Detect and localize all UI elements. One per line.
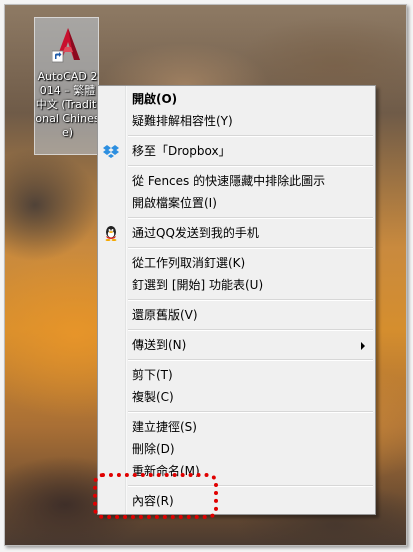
- menu-item[interactable]: 從工作列取消釘選(K): [98, 252, 375, 274]
- menu-item[interactable]: 剪下(T): [98, 364, 375, 386]
- menu-item-label: 刪除(D): [132, 442, 175, 456]
- menu-item-label: 複製(C): [132, 390, 174, 404]
- menu-item[interactable]: 釘選到 [開始] 功能表(U): [98, 274, 375, 296]
- menu-item-label: 開啟(O): [132, 92, 178, 106]
- dropbox-icon: [103, 143, 119, 159]
- screenshot-frame: AutoCAD 2014 – 繁體中文 (Traditional Chinese…: [4, 4, 407, 546]
- menu-separator: [128, 299, 373, 301]
- qq-penguin-icon: [103, 225, 119, 241]
- menu-separator: [128, 329, 373, 331]
- menu-separator: [128, 165, 373, 167]
- menu-item[interactable]: 從 Fences 的快速隱藏中排除此圖示: [98, 170, 375, 192]
- menu-item-label: 開啟檔案位置(I): [132, 196, 217, 210]
- menu-item[interactable]: 建立捷徑(S): [98, 416, 375, 438]
- red-highlight-annotation: [93, 473, 218, 519]
- menu-item-label: 疑難排解相容性(Y): [132, 114, 233, 128]
- desktop-shortcut-label: AutoCAD 2014 – 繁體中文 (Traditional Chinese…: [35, 70, 100, 139]
- menu-item-label: 移至「Dropbox」: [132, 144, 231, 158]
- menu-item-label: 建立捷徑(S): [132, 420, 197, 434]
- menu-item[interactable]: 還原舊版(V): [98, 304, 375, 326]
- menu-separator: [128, 217, 373, 219]
- menu-separator: [128, 359, 373, 361]
- menu-item[interactable]: 複製(C): [98, 386, 375, 408]
- menu-separator: [128, 135, 373, 137]
- menu-item-label: 從 Fences 的快速隱藏中排除此圖示: [132, 174, 326, 188]
- menu-item[interactable]: 傳送到(N): [98, 334, 375, 356]
- context-menu: 開啟(O) 疑難排解相容性(Y) 移至「Dropbox」從 Fences 的快速隱藏…: [97, 85, 376, 515]
- menu-separator: [128, 247, 373, 249]
- menu-item-label: 通过QQ发送到我的手机: [132, 226, 259, 240]
- desktop-shortcut-autocad[interactable]: AutoCAD 2014 – 繁體中文 (Traditional Chinese…: [34, 17, 100, 155]
- autocad-logo-icon: [52, 28, 80, 63]
- menu-item[interactable]: 疑難排解相容性(Y): [98, 110, 375, 132]
- menu-item[interactable]: 開啟檔案位置(I): [98, 192, 375, 214]
- menu-item-label: 傳送到(N): [132, 338, 187, 352]
- menu-item[interactable]: 移至「Dropbox」: [98, 140, 375, 162]
- menu-item[interactable]: 開啟(O): [98, 88, 375, 110]
- menu-item[interactable]: 通过QQ发送到我的手机: [98, 222, 375, 244]
- menu-item-label: 釘選到 [開始] 功能表(U): [132, 278, 264, 292]
- submenu-arrow-icon: [361, 342, 365, 350]
- menu-item-label: 剪下(T): [132, 368, 173, 382]
- menu-item-label: 從工作列取消釘選(K): [132, 256, 246, 270]
- menu-separator: [128, 411, 373, 413]
- menu-item[interactable]: 刪除(D): [98, 438, 375, 460]
- menu-item-label: 還原舊版(V): [132, 308, 198, 322]
